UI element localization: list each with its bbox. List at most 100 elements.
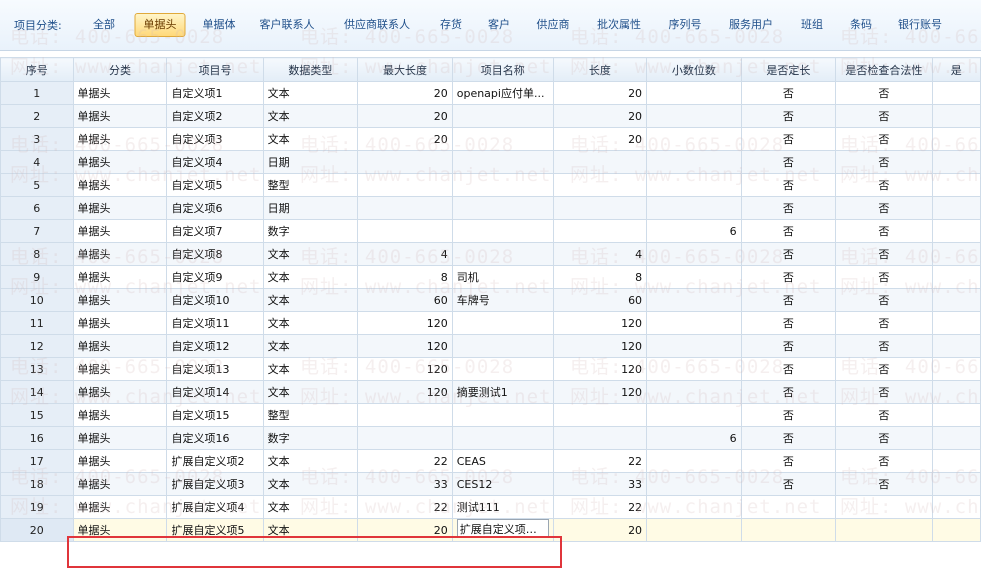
col-header-data-type[interactable]: 数据类型 <box>262 57 359 82</box>
category-cell[interactable]: 单据头 <box>72 288 168 312</box>
category-cell[interactable]: 单据头 <box>72 449 168 473</box>
length-cell[interactable]: 8 <box>552 265 648 289</box>
seq-cell[interactable]: 10 <box>0 288 74 312</box>
table-row[interactable]: 6 单据头 自定义项6 日期 否否 <box>0 196 981 220</box>
fixed-length-cell[interactable]: 否 <box>740 449 837 473</box>
seq-cell[interactable]: 15 <box>0 403 74 427</box>
fixed-length-cell[interactable]: 否 <box>740 472 837 496</box>
category-cell[interactable]: 单据头 <box>72 426 168 450</box>
fixed-length-cell[interactable]: 否 <box>740 104 837 128</box>
more-cell[interactable] <box>931 265 981 289</box>
decimals-cell[interactable]: 6 <box>646 219 742 243</box>
decimals-cell[interactable] <box>646 150 742 174</box>
item-name-cell[interactable] <box>451 426 554 450</box>
item-name-cell[interactable]: 测试111 <box>451 495 554 519</box>
max-length-cell[interactable]: 20 <box>357 127 453 151</box>
decimals-cell[interactable] <box>646 403 742 427</box>
fixed-length-cell[interactable]: 否 <box>740 127 837 151</box>
decimals-cell[interactable] <box>646 311 742 335</box>
fixed-length-cell[interactable]: 否 <box>740 150 837 174</box>
length-cell[interactable]: 20 <box>552 518 648 542</box>
decimals-cell[interactable] <box>646 288 742 312</box>
seq-cell[interactable]: 2 <box>0 104 74 128</box>
length-cell[interactable]: 20 <box>552 127 648 151</box>
length-cell[interactable]: 120 <box>552 334 648 358</box>
seq-cell[interactable]: 11 <box>0 311 74 335</box>
check-validity-cell[interactable]: 否 <box>835 150 933 174</box>
item-name-cell[interactable] <box>451 311 554 335</box>
fixed-length-cell[interactable] <box>740 518 837 542</box>
seq-cell[interactable]: 13 <box>0 357 74 381</box>
more-cell[interactable] <box>931 288 981 312</box>
data-type-cell[interactable]: 文本 <box>262 127 359 151</box>
category-cell[interactable]: 单据头 <box>72 518 168 542</box>
decimals-cell[interactable] <box>646 472 742 496</box>
more-cell[interactable] <box>931 449 981 473</box>
data-type-cell[interactable]: 文本 <box>262 104 359 128</box>
data-type-cell[interactable]: 数字 <box>262 219 359 243</box>
col-header-category[interactable]: 分类 <box>72 57 168 82</box>
item-no-cell[interactable]: 自定义项5 <box>166 173 264 197</box>
category-tab-all[interactable]: 全部 <box>84 13 124 37</box>
max-length-cell[interactable]: 22 <box>357 449 453 473</box>
decimals-cell[interactable] <box>646 449 742 473</box>
category-cell[interactable]: 单据头 <box>72 495 168 519</box>
check-validity-cell[interactable]: 否 <box>835 81 933 105</box>
check-validity-cell[interactable]: 否 <box>835 265 933 289</box>
decimals-cell[interactable] <box>646 173 742 197</box>
seq-cell[interactable]: 7 <box>0 219 74 243</box>
max-length-cell[interactable]: 120 <box>357 357 453 381</box>
col-header-more[interactable]: 是 <box>931 57 981 82</box>
max-length-cell[interactable] <box>357 426 453 450</box>
fixed-length-cell[interactable]: 否 <box>740 173 837 197</box>
fixed-length-cell[interactable]: 否 <box>740 288 837 312</box>
item-name-cell[interactable] <box>451 127 554 151</box>
item-no-cell[interactable]: 自定义项14 <box>166 380 264 404</box>
seq-cell[interactable]: 5 <box>0 173 74 197</box>
table-row[interactable]: 4 单据头 自定义项4 日期 否否 <box>0 150 981 174</box>
item-name-cell[interactable]: 扩展自定义项应... <box>451 518 554 542</box>
table-row[interactable]: 12 单据头 自定义项12 文本 120 120 否否 <box>0 334 981 358</box>
fixed-length-cell[interactable]: 否 <box>740 334 837 358</box>
table-row[interactable]: 11 单据头 自定义项11 文本 120 120 否否 <box>0 311 981 335</box>
seq-cell[interactable]: 6 <box>0 196 74 220</box>
decimals-cell[interactable] <box>646 334 742 358</box>
item-name-cell[interactable] <box>451 150 554 174</box>
decimals-cell[interactable] <box>646 127 742 151</box>
category-tab-batch-attribute[interactable]: 批次属性 <box>588 13 650 37</box>
length-cell[interactable] <box>552 219 648 243</box>
category-cell[interactable]: 单据头 <box>72 104 168 128</box>
item-no-cell[interactable]: 自定义项16 <box>166 426 264 450</box>
category-cell[interactable]: 单据头 <box>72 334 168 358</box>
col-header-length[interactable]: 长度 <box>552 57 648 82</box>
item-no-cell[interactable]: 自定义项7 <box>166 219 264 243</box>
max-length-cell[interactable]: 120 <box>357 380 453 404</box>
table-row[interactable]: 15 单据头 自定义项15 整型 否否 <box>0 403 981 427</box>
data-type-cell[interactable]: 日期 <box>262 196 359 220</box>
table-row[interactable]: 20 单据头 扩展自定义项5 文本 20 扩展自定义项应... 20 <box>0 518 981 542</box>
fixed-length-cell[interactable]: 否 <box>740 265 837 289</box>
check-validity-cell[interactable]: 否 <box>835 127 933 151</box>
data-type-cell[interactable]: 文本 <box>262 242 359 266</box>
more-cell[interactable] <box>931 150 981 174</box>
table-row[interactable]: 18 单据头 扩展自定义项3 文本 33 CES12 33 否否 <box>0 472 981 496</box>
check-validity-cell[interactable]: 否 <box>835 311 933 335</box>
data-type-cell[interactable]: 文本 <box>262 472 359 496</box>
item-no-cell[interactable]: 自定义项15 <box>166 403 264 427</box>
seq-cell[interactable]: 20 <box>0 518 74 542</box>
seq-cell[interactable]: 8 <box>0 242 74 266</box>
seq-cell[interactable]: 4 <box>0 150 74 174</box>
decimals-cell[interactable] <box>646 265 742 289</box>
fixed-length-cell[interactable]: 否 <box>740 196 837 220</box>
table-row[interactable]: 9 单据头 自定义项9 文本 8 司机 8 否否 <box>0 265 981 289</box>
item-no-cell[interactable]: 自定义项9 <box>166 265 264 289</box>
decimals-cell[interactable] <box>646 242 742 266</box>
item-no-cell[interactable]: 扩展自定义项5 <box>166 518 264 542</box>
fixed-length-cell[interactable]: 否 <box>740 242 837 266</box>
fixed-length-cell[interactable]: 否 <box>740 426 837 450</box>
more-cell[interactable] <box>931 173 981 197</box>
data-type-cell[interactable]: 文本 <box>262 495 359 519</box>
check-validity-cell[interactable] <box>835 495 933 519</box>
check-validity-cell[interactable]: 否 <box>835 449 933 473</box>
item-no-cell[interactable]: 自定义项12 <box>166 334 264 358</box>
